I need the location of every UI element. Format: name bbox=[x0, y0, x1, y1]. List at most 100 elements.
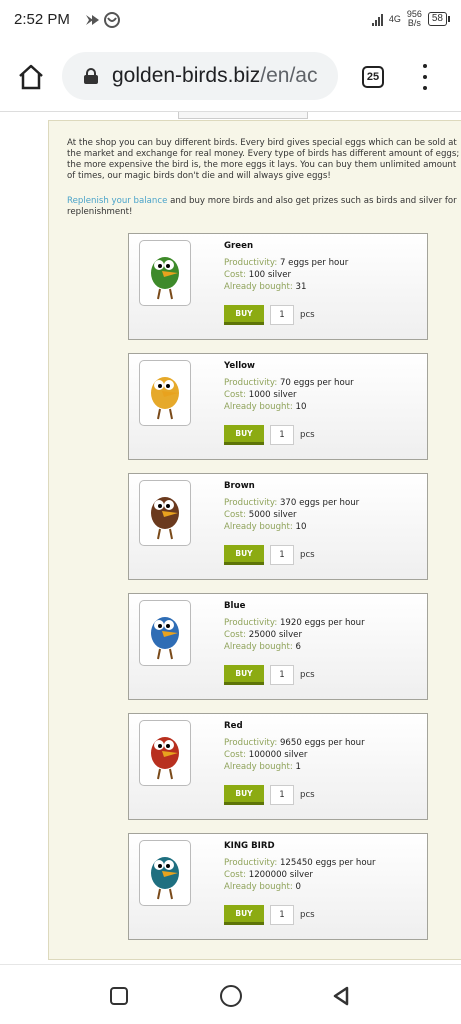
bird-name: Green bbox=[224, 241, 254, 251]
cost-value: 25000 silver bbox=[248, 630, 302, 640]
battery-icon: 58 bbox=[427, 12, 451, 26]
bought-value: 10 bbox=[295, 522, 307, 532]
app-notification-icon bbox=[86, 12, 120, 28]
cost-line: Cost: 100 silver bbox=[224, 270, 291, 280]
network-speed: 956 B/s bbox=[407, 10, 422, 28]
red-bird-icon bbox=[139, 720, 191, 786]
cost-value: 100000 silver bbox=[248, 750, 308, 760]
pcs-label: pcs bbox=[300, 310, 315, 320]
network-type: 4G bbox=[388, 13, 401, 24]
blue-bird-icon bbox=[139, 600, 191, 666]
brown-bird-icon bbox=[139, 480, 191, 546]
url-text[interactable]: golden-birds.biz/en/ac bbox=[112, 64, 317, 88]
yellow-bird-icon bbox=[139, 360, 191, 426]
cost-value: 5000 silver bbox=[248, 510, 297, 520]
productivity-line: Productivity: 9650 eggs per hour bbox=[224, 738, 365, 748]
buy-button[interactable]: BUY bbox=[224, 305, 264, 325]
more-menu-icon[interactable] bbox=[420, 64, 430, 90]
quantity-input[interactable]: 1 bbox=[270, 785, 294, 805]
cost-line: Cost: 1200000 silver bbox=[224, 870, 313, 880]
productivity-line: Productivity: 7 eggs per hour bbox=[224, 258, 348, 268]
quantity-input[interactable]: 1 bbox=[270, 545, 294, 565]
pcs-label: pcs bbox=[300, 430, 315, 440]
replenish-link[interactable]: Replenish your balance bbox=[67, 196, 167, 206]
cost-label: Cost: bbox=[224, 270, 247, 280]
bird-card: Red Productivity: 9650 eggs per hour Cos… bbox=[128, 713, 428, 820]
bought-line: Already bought: 6 bbox=[224, 642, 301, 652]
king-bird-icon bbox=[139, 840, 191, 906]
productivity-value: 7 eggs per hour bbox=[279, 258, 349, 268]
bird-card: Yellow Productivity: 70 eggs per hour Co… bbox=[128, 353, 428, 460]
productivity-label: Productivity: bbox=[224, 618, 278, 628]
bird-card: KING BIRD Productivity: 125450 eggs per … bbox=[128, 833, 428, 940]
address-bar[interactable]: golden-birds.biz/en/ac bbox=[62, 52, 338, 100]
cost-line: Cost: 25000 silver bbox=[224, 630, 302, 640]
quantity-input[interactable]: 1 bbox=[270, 305, 294, 325]
productivity-label: Productivity: bbox=[224, 498, 278, 508]
system-nav-bar bbox=[0, 964, 461, 1024]
cost-label: Cost: bbox=[224, 390, 247, 400]
bought-value: 0 bbox=[295, 882, 301, 892]
bought-label: Already bought: bbox=[224, 282, 293, 292]
pcs-label: pcs bbox=[300, 790, 315, 800]
web-page: At the shop you can buy different birds.… bbox=[0, 112, 461, 964]
home-button[interactable] bbox=[220, 985, 242, 1007]
pcs-label: pcs bbox=[300, 550, 315, 560]
bought-line: Already bought: 10 bbox=[224, 402, 306, 412]
bought-label: Already bought: bbox=[224, 642, 293, 652]
productivity-line: Productivity: 125450 eggs per hour bbox=[224, 858, 376, 868]
bird-name: Red bbox=[224, 721, 243, 731]
bought-label: Already bought: bbox=[224, 882, 293, 892]
productivity-line: Productivity: 370 eggs per hour bbox=[224, 498, 359, 508]
back-button[interactable] bbox=[330, 985, 352, 1007]
signal-icon bbox=[371, 12, 383, 26]
home-icon[interactable] bbox=[16, 62, 46, 92]
bought-label: Already bought: bbox=[224, 402, 293, 412]
status-bar: 2:52 PM 4G 956 B/s 58 bbox=[0, 0, 461, 44]
system-status: 4G 956 B/s 58 bbox=[371, 10, 451, 28]
quantity-input[interactable]: 1 bbox=[270, 665, 294, 685]
cost-line: Cost: 5000 silver bbox=[224, 510, 297, 520]
productivity-line: Productivity: 70 eggs per hour bbox=[224, 378, 354, 388]
quantity-input[interactable]: 1 bbox=[270, 905, 294, 925]
buy-button[interactable]: BUY bbox=[224, 545, 264, 565]
url-domain: golden-birds.biz bbox=[112, 64, 261, 87]
bought-line: Already bought: 0 bbox=[224, 882, 301, 892]
cost-value: 1200000 silver bbox=[248, 870, 313, 880]
quantity-input[interactable]: 1 bbox=[270, 425, 294, 445]
browser-toolbar: golden-birds.biz/en/ac 25 bbox=[0, 44, 461, 112]
buy-button[interactable]: BUY bbox=[224, 785, 264, 805]
bought-label: Already bought: bbox=[224, 522, 293, 532]
productivity-value: 1920 eggs per hour bbox=[279, 618, 365, 628]
productivity-line: Productivity: 1920 eggs per hour bbox=[224, 618, 365, 628]
bird-name: Yellow bbox=[224, 361, 255, 371]
green-parrot-icon bbox=[139, 240, 191, 306]
network-label: 4G bbox=[388, 13, 401, 24]
speed-unit: B/s bbox=[407, 18, 421, 28]
buy-button[interactable]: BUY bbox=[224, 665, 264, 685]
url-path: /en/ac bbox=[260, 64, 318, 87]
cost-label: Cost: bbox=[224, 870, 247, 880]
tab-switcher-button[interactable]: 25 bbox=[362, 66, 384, 88]
cost-label: Cost: bbox=[224, 750, 247, 760]
lock-icon bbox=[84, 68, 98, 84]
productivity-value: 70 eggs per hour bbox=[279, 378, 354, 388]
cost-label: Cost: bbox=[224, 510, 247, 520]
cost-line: Cost: 100000 silver bbox=[224, 750, 307, 760]
bought-line: Already bought: 1 bbox=[224, 762, 301, 772]
productivity-label: Productivity: bbox=[224, 858, 278, 868]
productivity-value: 125450 eggs per hour bbox=[279, 858, 376, 868]
buy-button[interactable]: BUY bbox=[224, 425, 264, 445]
recent-apps-button[interactable] bbox=[110, 987, 128, 1005]
shop-intro-text: At the shop you can buy different birds.… bbox=[67, 138, 460, 181]
bird-name: Blue bbox=[224, 601, 246, 611]
bird-name: KING BIRD bbox=[224, 841, 275, 851]
bought-value: 10 bbox=[295, 402, 307, 412]
replenish-text: Replenish your balance and buy more bird… bbox=[67, 196, 461, 218]
cost-line: Cost: 1000 silver bbox=[224, 390, 297, 400]
productivity-label: Productivity: bbox=[224, 258, 278, 268]
bought-value: 1 bbox=[295, 762, 301, 772]
buy-button[interactable]: BUY bbox=[224, 905, 264, 925]
productivity-label: Productivity: bbox=[224, 738, 278, 748]
pcs-label: pcs bbox=[300, 670, 315, 680]
